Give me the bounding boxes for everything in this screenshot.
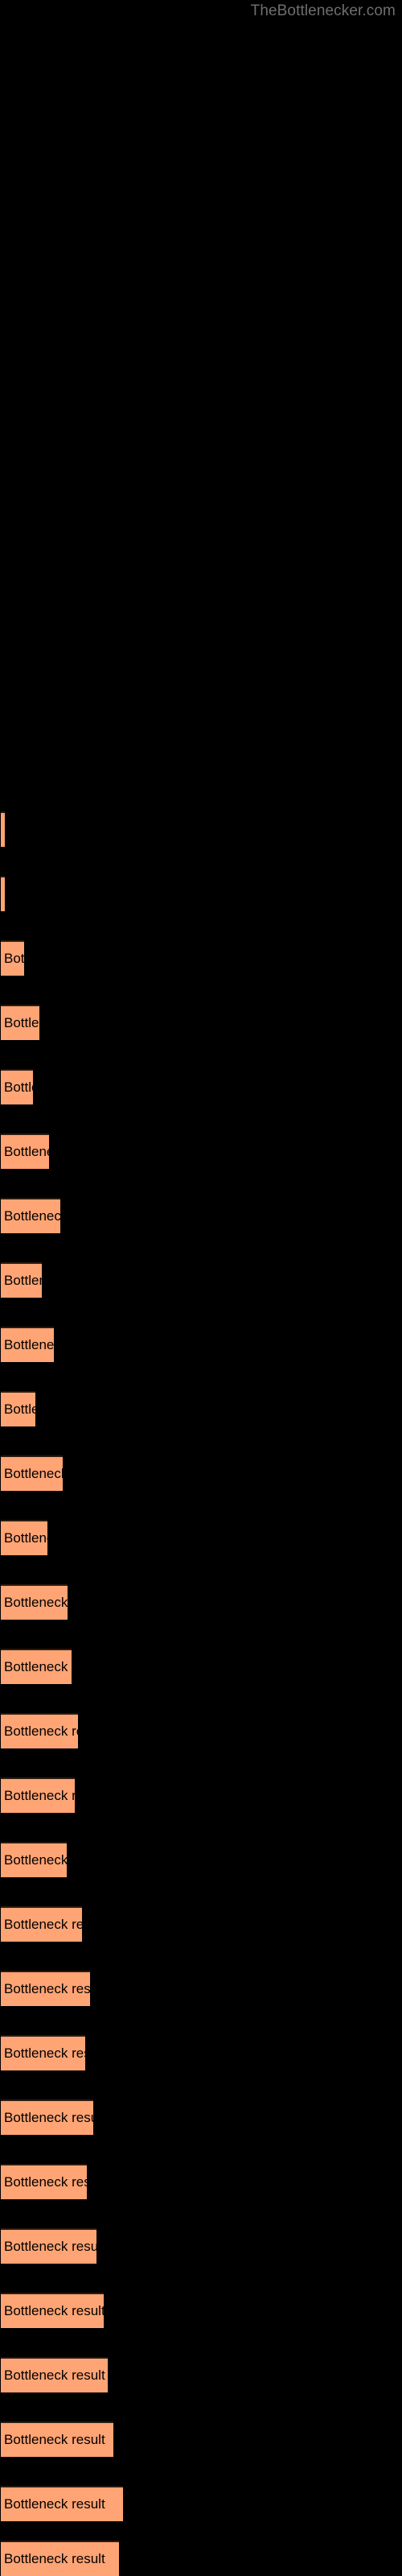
bar-value-label: Bottleneck result [4, 1852, 67, 1868]
bar-value-label: Bottleneck result [4, 1080, 33, 1095]
bar-value-label: Bottleneck result [4, 1788, 75, 1803]
bar-segment[interactable]: Bottleneck result [1, 1327, 54, 1362]
bar-segment[interactable]: Bottleneck result [1, 1971, 90, 2006]
bar-value-label: Bottleneck result [4, 1724, 78, 1739]
bar-segment[interactable]: Bottleneck result [1, 1649, 72, 1684]
bar-segment[interactable]: Bottleneck result [1, 1777, 75, 1813]
bar-segment[interactable]: Bottleneck result [1, 1842, 67, 1877]
bar-segment[interactable]: Bottleneck result [1, 1391, 35, 1426]
bar-value-label: Bottleneck result [4, 1273, 42, 1288]
bar-segment[interactable]: Bottleneck result [1, 2164, 87, 2199]
bar-segment[interactable]: Bottleneck result [1, 940, 24, 976]
bar-segment[interactable]: Bottleneck result [1, 2293, 104, 2328]
bar-segment[interactable]: Bottleneck result [1, 1262, 42, 1298]
bar-value-label: Bottleneck result [4, 1208, 60, 1224]
bar-value-label: Bottleneck result [4, 1466, 63, 1481]
bar-segment[interactable]: Bottleneck result [1, 1520, 47, 1555]
bar-segment[interactable]: Bottleneck result [1, 1005, 39, 1040]
bar-value-label: Bottleneck result [4, 1144, 49, 1159]
chart-page: TheBottlenecker.com Bottleneck resultBot… [0, 0, 402, 2576]
bar-segment[interactable]: Bottleneck result [1, 811, 5, 847]
bar-value-label: Bottleneck result [4, 1337, 54, 1352]
bar-value-label: Bottleneck result [4, 1659, 72, 1674]
bar-segment[interactable]: Bottleneck result [1, 1198, 60, 1233]
bar-segment[interactable]: Bottleneck result [1, 1133, 49, 1169]
bar-segment[interactable]: Bottleneck result [1, 1069, 33, 1104]
bar-segment[interactable]: Bottleneck result [1, 1906, 82, 1942]
bar-segment[interactable]: Bottleneck result [1, 2486, 123, 2521]
bar-value-label: Bottleneck result [4, 2368, 105, 2383]
bar-value-label: Bottleneck result [4, 2432, 105, 2447]
bar-value-label: Bottleneck result [4, 886, 5, 902]
bar-segment[interactable]: Bottleneck result [1, 1455, 63, 1491]
bar-segment[interactable]: Bottleneck result [1, 2228, 96, 2264]
bar-value-label: Bottleneck result [4, 2046, 85, 2061]
bar-value-label: Bottleneck result [4, 1530, 47, 1546]
bar-value-label: Bottleneck result [4, 2239, 96, 2254]
bar-chart-plot-area: Bottleneck result Bottleneck result Bottle… [0, 0, 402, 2576]
bar-segment[interactable]: Bottleneck result [1, 2357, 108, 2392]
bar-value-label: Bottleneck result [4, 2174, 87, 2190]
bar-segment[interactable]: Bottleneck result [1, 1713, 78, 1748]
bar-value-label: Bottleneck result [4, 2303, 104, 2318]
bar-segment[interactable]: Bottleneck result [1, 2035, 85, 2070]
bar-value-label: Bottleneck result [4, 1917, 82, 1932]
bar-segment[interactable]: Bottleneck result [1, 2541, 119, 2576]
bar-value-label: Bottleneck result [4, 1402, 35, 1417]
bar-value-label: Bottleneck result [4, 1981, 90, 1996]
bar-value-label: Bottleneck result [4, 2496, 105, 2512]
bar-segment[interactable]: Bottleneck result [1, 876, 5, 911]
bar-segment[interactable]: Bottleneck result [1, 1584, 68, 1620]
bar-value-label: Bottleneck result [4, 951, 24, 966]
bar-segment[interactable]: Bottleneck result [1, 2421, 113, 2457]
bar-value-label: Bottleneck result [4, 2551, 105, 2566]
bar-value-label: Bottleneck result [4, 1015, 39, 1030]
bar-value-label: Bottleneck result [4, 2110, 93, 2125]
bar-value-label: Bottleneck result [4, 1595, 68, 1610]
bar-value-label: Bottleneck result [4, 822, 5, 838]
bar-segment[interactable]: Bottleneck result [1, 2099, 93, 2135]
